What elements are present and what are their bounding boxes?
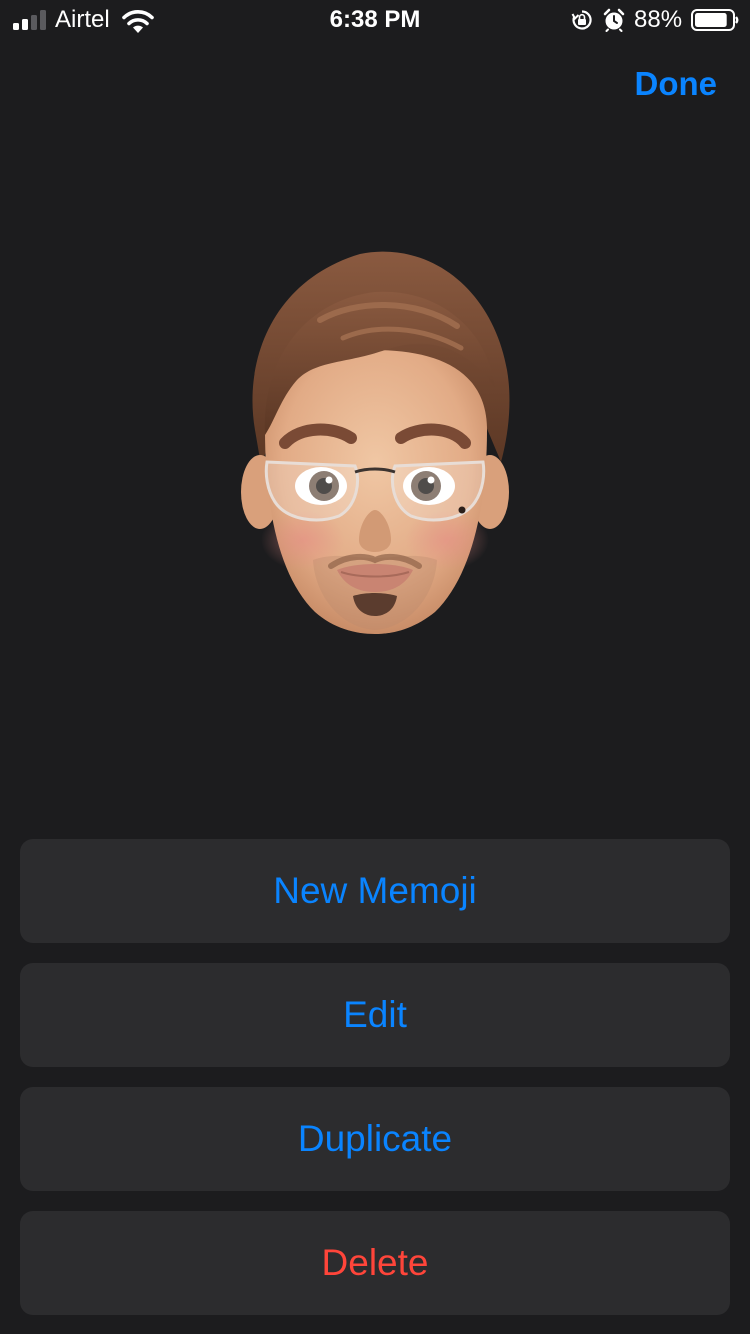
memoji-action-list: New Memoji Edit Duplicate Delete [20,839,730,1334]
orientation-lock-icon [571,10,592,30]
memoji-avatar-icon [241,251,510,634]
battery-icon [691,9,739,31]
memoji-screen: Airtel 6:38 PM 88% Done New Memoji Edit … [0,0,750,1334]
new-memoji-button[interactable]: New Memoji [20,839,730,943]
status-bar: Airtel 6:38 PM 88% [0,0,750,40]
alarm-icon [603,8,625,32]
battery-percentage: 88% [634,6,683,33]
delete-button[interactable]: Delete [20,1211,730,1315]
edit-button[interactable]: Edit [20,963,730,1067]
duplicate-button[interactable]: Duplicate [20,1087,730,1191]
done-button[interactable]: Done [635,64,718,104]
battery-level-fill [695,13,727,27]
